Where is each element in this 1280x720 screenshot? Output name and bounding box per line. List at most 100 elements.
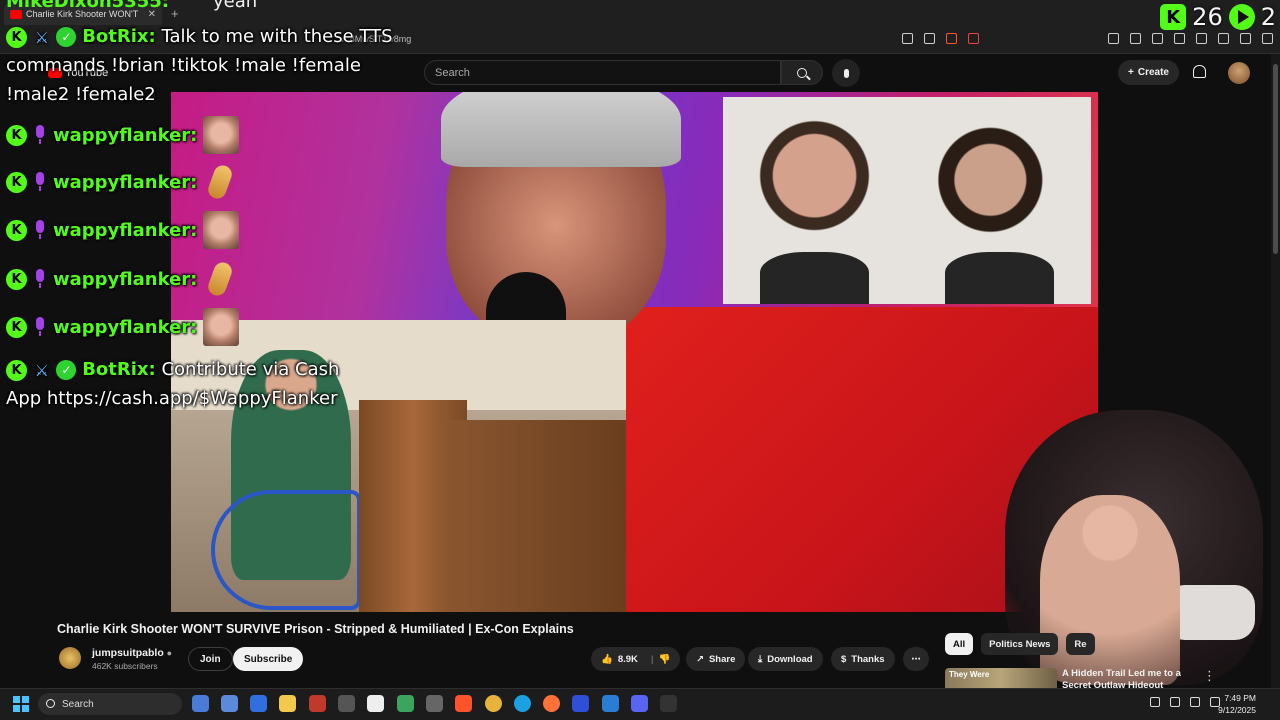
search-icon <box>797 67 807 78</box>
notifications-bell-icon[interactable] <box>1193 65 1206 78</box>
chip-related[interactable]: Re <box>1066 633 1095 655</box>
taskbar-search[interactable]: Search <box>38 693 182 715</box>
share-page-icon[interactable] <box>924 33 935 44</box>
sidebar-icon[interactable] <box>1174 33 1185 44</box>
recommendation-chips: All Politics News Re <box>945 633 1095 655</box>
brave-rewards-icon[interactable] <box>968 33 979 44</box>
clock-time: 7:49 PM <box>1224 693 1256 703</box>
tts-microphone-icon <box>33 125 47 145</box>
plus-icon: + <box>1128 67 1134 78</box>
taskbar-app-icon[interactable] <box>192 695 209 712</box>
brave-shields-icon[interactable] <box>946 33 957 44</box>
tray-chevron-icon[interactable] <box>1150 697 1160 707</box>
windows-start-icon[interactable] <box>13 696 29 712</box>
play-icon <box>1228 4 1255 30</box>
chat-message-botrix-2: K ⚔ ✓ BotRix: Contribute via Cash App ht… <box>6 355 351 413</box>
taskbar-clock[interactable]: 7:49 PM 9/12/2025 <box>1218 692 1256 716</box>
chat-message: yeah <box>212 0 258 12</box>
chat-username: wappyflanker: <box>53 171 198 193</box>
join-button[interactable]: Join <box>188 647 233 671</box>
scrollbar-thumb[interactable] <box>1273 64 1278 254</box>
verified-check-icon: ✓ <box>56 360 77 380</box>
taskbar-app-icon[interactable] <box>250 695 267 712</box>
user-avatar[interactable] <box>1228 62 1250 84</box>
tts-microphone-icon <box>33 317 47 337</box>
mugshot-image <box>723 97 1091 304</box>
music-icon[interactable] <box>1152 33 1163 44</box>
screen: Charlie Kirk Shooter WON'T ✕ + v=8MwSiTT… <box>0 0 1280 720</box>
video-player[interactable] <box>171 92 1098 612</box>
face-emote <box>203 211 240 249</box>
taskbar-app-icon[interactable] <box>397 695 414 712</box>
search-button[interactable] <box>781 60 823 85</box>
leo-ai-icon[interactable] <box>1218 33 1229 44</box>
like-count[interactable]: 8.9K <box>618 654 638 665</box>
vpn-shield-icon[interactable] <box>1240 33 1251 44</box>
discord-icon[interactable] <box>631 695 648 712</box>
chrome-icon[interactable] <box>485 695 502 712</box>
vscode-icon[interactable] <box>602 695 619 712</box>
kick-badge-icon: K <box>6 124 27 146</box>
kick-badge-icon: K <box>6 268 27 290</box>
taskbar-app-icon[interactable] <box>221 695 238 712</box>
tray-network-icon[interactable] <box>1190 697 1200 707</box>
chat-username: wappyflanker: <box>53 124 198 146</box>
super-thanks-icon: $ <box>841 653 847 665</box>
wheelchair-figure <box>211 490 361 610</box>
verified-badge-icon: ● <box>166 648 173 658</box>
channel-avatar[interactable] <box>59 647 81 669</box>
voice-search-button[interactable] <box>832 59 860 87</box>
chip-politics-news[interactable]: Politics News <box>981 633 1059 655</box>
subscribe-button[interactable]: Subscribe <box>233 647 304 671</box>
mugshot-profile <box>908 97 1091 304</box>
thumbs-down-icon[interactable]: 👎 <box>659 654 671 665</box>
chat-message-wappy-5: K wappyflanker: <box>6 308 240 346</box>
recommendation-thumbnail[interactable]: They Were <box>945 668 1057 690</box>
desk-figure <box>446 420 626 612</box>
chat-username: MikeDixon5355: <box>6 0 169 12</box>
create-button[interactable]: + Create <box>1118 60 1179 85</box>
download-button[interactable]: ⤓ Download <box>748 647 823 671</box>
taskbar-app-icon[interactable] <box>572 695 589 712</box>
chip-all[interactable]: All <box>945 633 974 655</box>
browser-menu-icon[interactable] <box>1262 33 1273 44</box>
webcam-person <box>1040 495 1180 685</box>
chat-line-cut: MikeDixon5355: yeah <box>6 0 257 12</box>
mugshot-front <box>723 97 906 304</box>
thanks-button[interactable]: $ Thanks <box>831 647 895 671</box>
tray-mic-icon[interactable] <box>1170 697 1180 707</box>
taskbar-app-icon[interactable] <box>426 695 443 712</box>
cast-icon[interactable] <box>902 33 913 44</box>
recommendation-title[interactable]: A Hidden Trail Led me to a Secret Outlaw… <box>1062 668 1198 690</box>
chat-message-wappy-1: K wappyflanker: <box>6 116 240 154</box>
channel-name[interactable]: jumpsuitpablo ● <box>92 647 172 659</box>
extensions-icon[interactable] <box>1108 33 1119 44</box>
taskbar-app-icon[interactable] <box>660 695 677 712</box>
download-label: Download <box>767 653 813 665</box>
chat-username: wappyflanker: <box>53 268 198 290</box>
burrito-emote <box>203 260 239 298</box>
clock-date: 9/12/2025 <box>1218 705 1256 715</box>
chat-message-wappy-3: K wappyflanker: <box>6 211 240 249</box>
download-icon: ⤓ <box>758 653 763 665</box>
face-emote <box>203 308 240 346</box>
file-explorer-icon[interactable] <box>279 695 296 712</box>
stream-stats: K 26 2 <box>1160 3 1276 31</box>
chat-username: BotRix: <box>82 359 156 380</box>
wallet-icon[interactable] <box>1196 33 1207 44</box>
taskbar-app-icon[interactable] <box>309 695 326 712</box>
brave-browser-icon[interactable] <box>455 695 472 712</box>
firefox-icon[interactable] <box>543 695 560 712</box>
taskbar-app-icon[interactable] <box>338 695 355 712</box>
share-button[interactable]: ↗ Share <box>686 647 746 671</box>
thumbs-up-icon[interactable]: 👍 <box>601 654 613 665</box>
edge-icon[interactable] <box>514 695 531 712</box>
taskbar-app-icon[interactable] <box>367 695 384 712</box>
system-tray <box>1150 697 1220 707</box>
more-actions-button[interactable]: ⋯ <box>903 647 929 671</box>
address-bar-icons <box>902 33 979 44</box>
search-input[interactable]: Search <box>424 60 781 85</box>
screenshot-icon[interactable] <box>1130 33 1141 44</box>
recommendation-menu-icon[interactable]: ⋮ <box>1203 668 1216 684</box>
create-label: Create <box>1137 67 1169 78</box>
